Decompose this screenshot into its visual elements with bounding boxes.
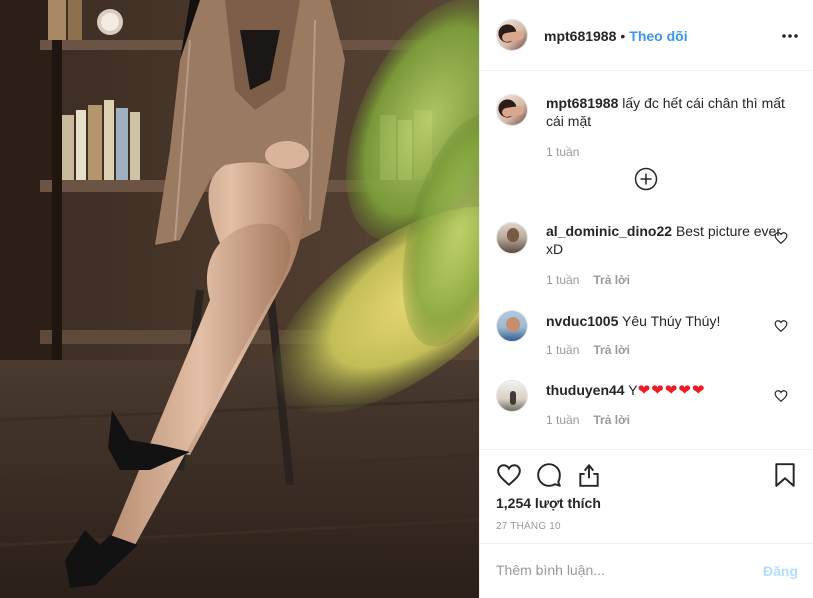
comment-time[interactable]: 1 tuần [546,273,579,287]
commenter-avatar[interactable] [496,222,528,254]
separator-dot: • [620,28,626,44]
post-dialog: mpt681988 • Theo dõi mpt681988 lấy đc hết … [0,0,813,598]
caption-username[interactable]: mpt681988 [546,95,618,111]
follow-button[interactable]: Theo dõi [629,28,687,44]
plus-circle-icon[interactable] [634,167,658,191]
commenter-avatar[interactable] [496,310,528,342]
caption-text-block: mpt681988 lấy đc hết cái chân thì mất cá… [546,94,790,130]
comment-time[interactable]: 1 tuần [546,343,579,357]
photo-artwork [0,0,479,598]
reply-button[interactable]: Trả lời [593,273,630,287]
comment-like-heart-icon[interactable] [774,319,788,333]
comment-text-block: thuduyen44 Y❤❤❤❤❤ [546,381,790,399]
post-date[interactable]: 27 THÁNG 10 [496,521,561,532]
comment-meta: 1 tuần Trả lời [546,343,630,357]
comment-text: Y [628,382,638,398]
owner-line: mpt681988 • Theo dõi [544,28,688,44]
comment-meta: 1 tuần Trả lời [546,413,630,427]
heart-icon[interactable] [496,462,522,488]
comment-text-block: al_dominic_dino22 Best picture ever xD [546,222,790,258]
more-options-icon[interactable] [780,26,800,46]
comment-username[interactable]: al_dominic_dino22 [546,223,672,239]
likes-count[interactable]: 1,254 lượt thích [496,495,601,511]
comment-input[interactable] [496,562,746,578]
bookmark-icon[interactable] [772,462,798,488]
comment-form: Đăng [480,543,813,598]
comment-time[interactable]: 1 tuần [546,413,579,427]
caption-avatar[interactable] [496,94,528,126]
post-comment-button[interactable]: Đăng [763,563,798,579]
post-photo [0,0,479,598]
post-header: mpt681988 • Theo dõi [480,0,813,71]
reply-button[interactable]: Trả lời [593,413,630,427]
caption-meta: 1 tuần [546,145,579,159]
commenter-avatar[interactable] [496,380,528,412]
share-icon[interactable] [576,462,602,488]
comment-meta: 1 tuần Trả lời [546,273,630,287]
owner-avatar[interactable] [496,19,528,51]
post-side-panel: mpt681988 • Theo dõi mpt681988 lấy đc hết … [479,0,813,598]
caption-time[interactable]: 1 tuần [546,145,579,159]
comment-text-block: nvduc1005 Yêu Thúy Thúy! [546,312,790,330]
comment-icon[interactable] [536,462,562,488]
heart-emoji-row: ❤❤❤❤❤ [637,381,706,399]
reply-button[interactable]: Trả lời [593,343,630,357]
comment-text: Yêu Thúy Thúy! [622,313,721,329]
comment-like-heart-icon[interactable] [774,231,788,245]
comment-username[interactable]: nvduc1005 [546,313,618,329]
comment-username[interactable]: thuduyen44 [546,382,625,398]
comment-like-heart-icon[interactable] [774,389,788,403]
owner-username[interactable]: mpt681988 [544,28,616,44]
